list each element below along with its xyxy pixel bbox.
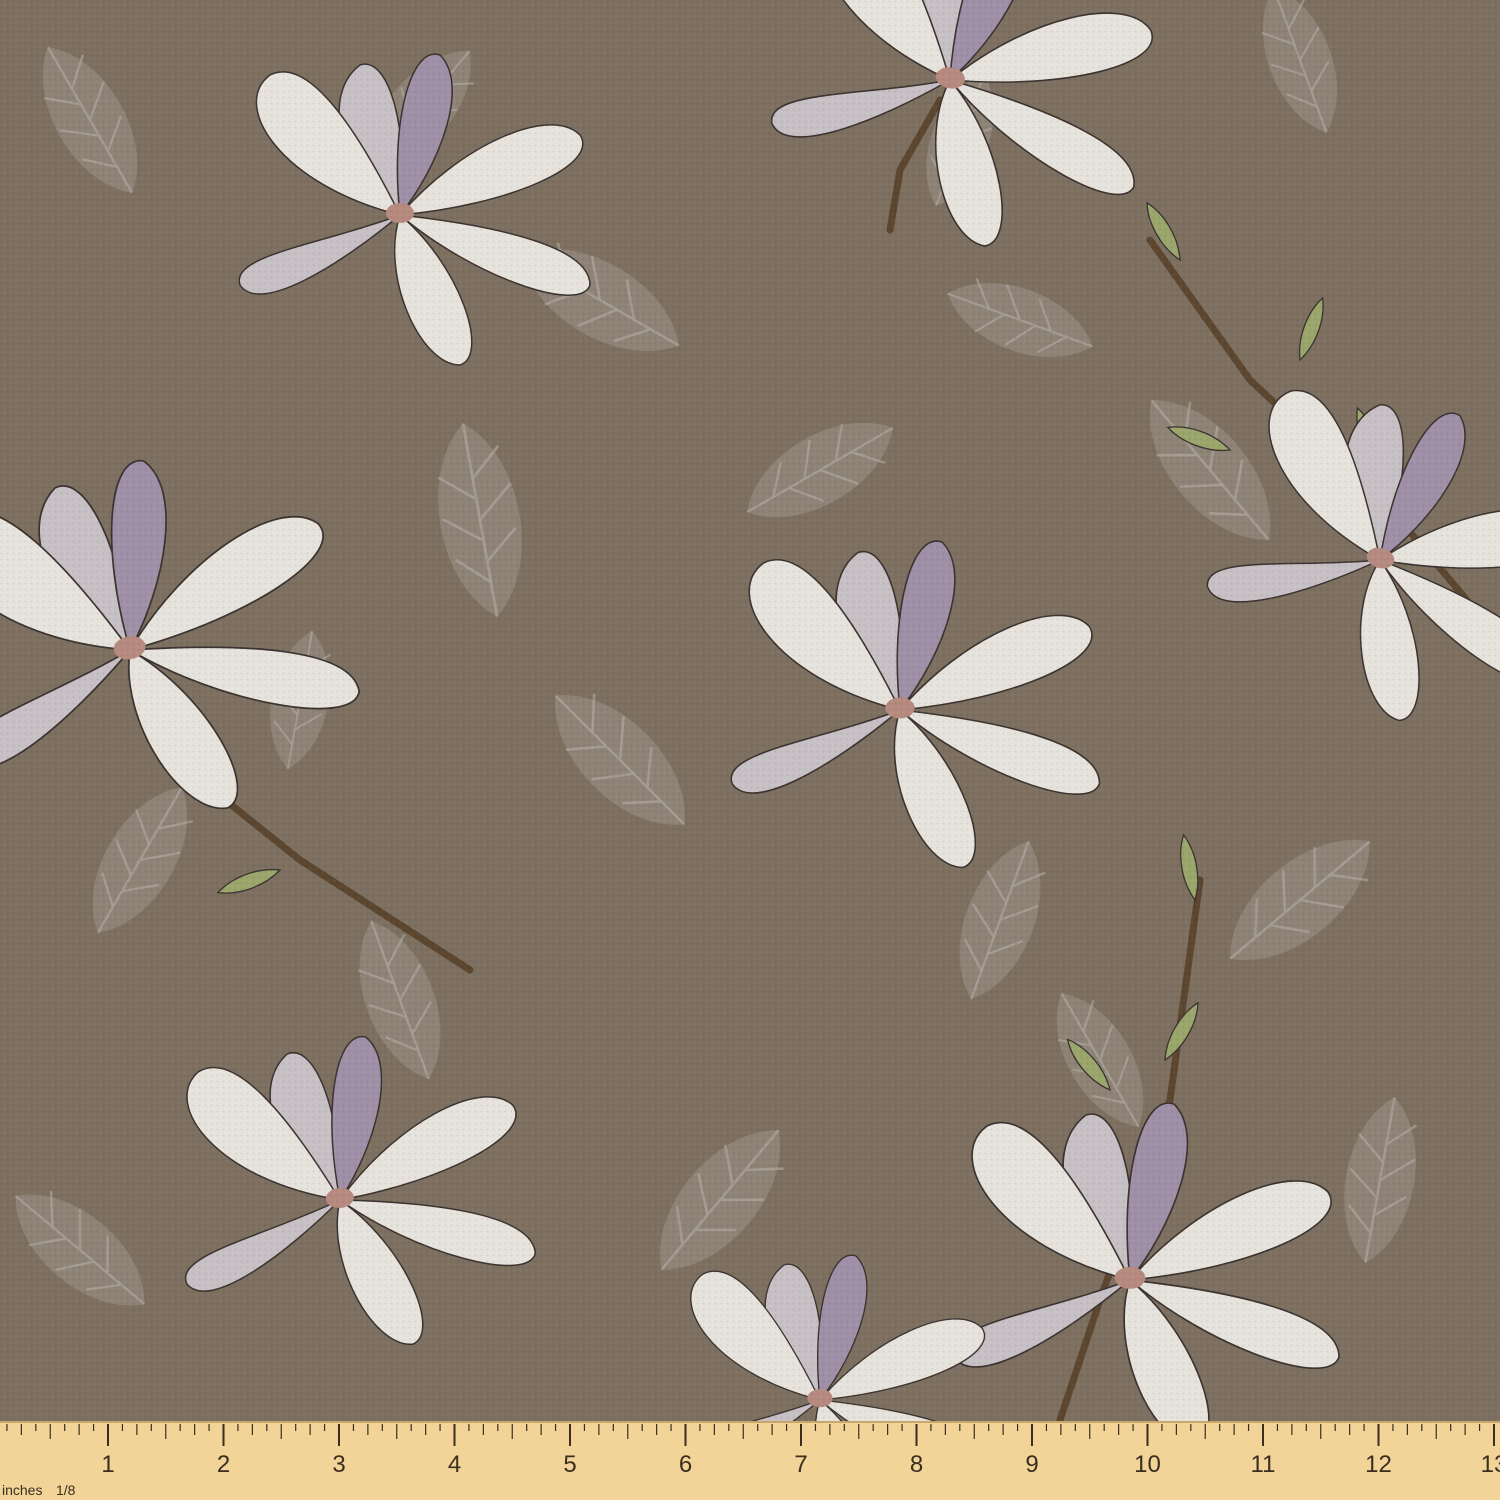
ruler-number: 8 (910, 1451, 923, 1478)
ruler-number: 11 (1251, 1451, 1276, 1478)
weave-texture (0, 0, 1500, 1420)
ruler-unit-label: inches (2, 1482, 42, 1498)
fabric-swatch: 12345678910111213 inches 1/8 (0, 0, 1500, 1500)
ruler-number: 2 (217, 1451, 230, 1478)
ruler-number: 9 (1025, 1451, 1038, 1478)
measuring-ruler: 12345678910111213 inches 1/8 (0, 1421, 1500, 1500)
ruler-number: 3 (332, 1451, 345, 1478)
ruler-number: 7 (794, 1451, 807, 1478)
fabric-artwork: 12345678910111213 inches 1/8 (0, 0, 1500, 1500)
ruler-number: 12 (1365, 1451, 1392, 1478)
ruler-number: 4 (448, 1451, 461, 1478)
ruler-number: 5 (563, 1451, 576, 1478)
ruler-number: 6 (679, 1451, 692, 1478)
ruler-number: 1 (101, 1451, 114, 1478)
ruler-number: 13 (1481, 1451, 1500, 1478)
ruler-number: 10 (1134, 1451, 1161, 1478)
ruler-fraction-label: 1/8 (56, 1482, 76, 1498)
